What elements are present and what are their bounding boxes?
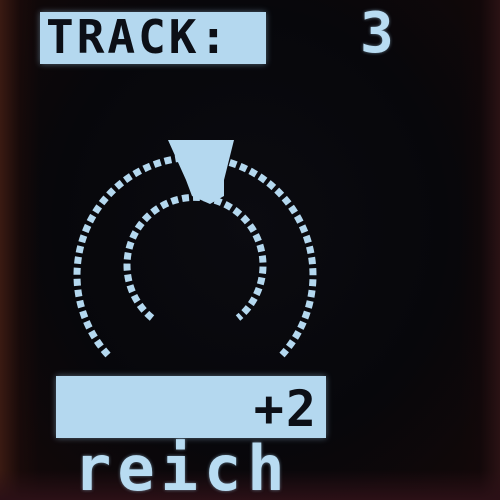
bezel-edge-left xyxy=(0,0,40,500)
oled-display: TRACK: 3 +2 reich xyxy=(0,0,500,500)
rotary-knob-icon[interactable] xyxy=(60,130,330,370)
bezel-edge-right xyxy=(460,0,500,500)
knob-pointer xyxy=(168,140,234,204)
parameter-value: +2 xyxy=(253,380,318,438)
parameter-name: reich xyxy=(74,432,291,500)
track-label: TRACK: xyxy=(46,10,231,64)
knob-inner-ring xyxy=(123,193,267,321)
track-number: 3 xyxy=(360,1,396,66)
